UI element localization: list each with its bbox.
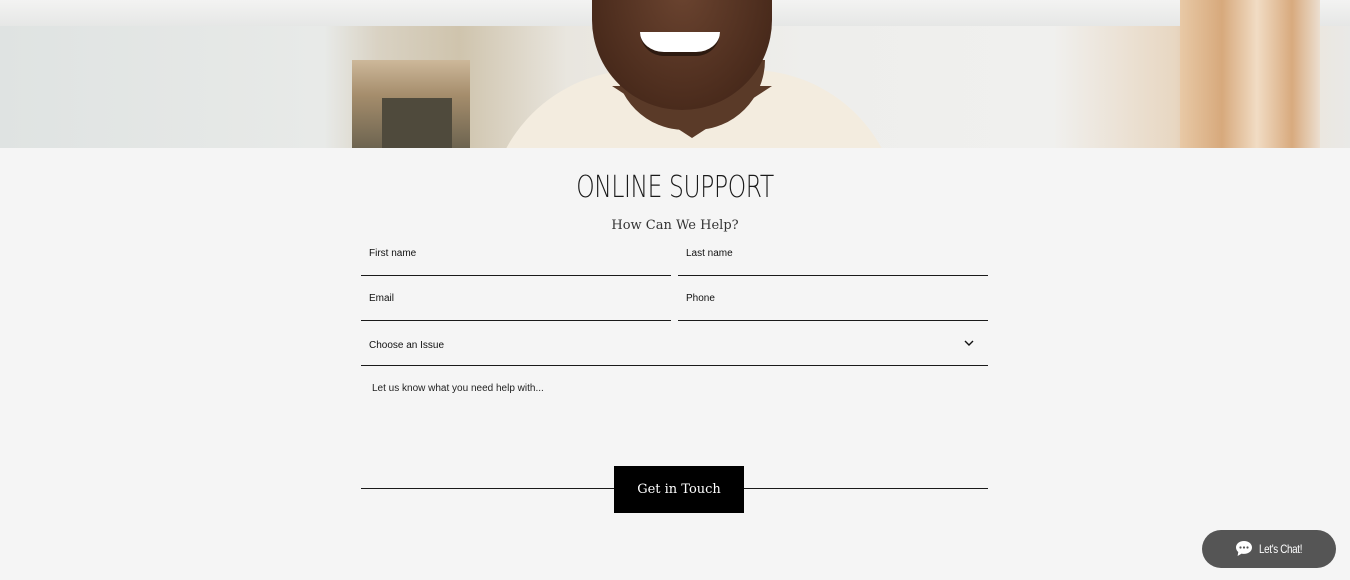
first-name-field-wrapper: [361, 231, 671, 276]
issue-dropdown[interactable]: Choose an Issue: [361, 321, 988, 366]
issue-dropdown-label: Choose an Issue: [369, 340, 445, 351]
chevron-down-icon: [964, 340, 974, 346]
phone-field[interactable]: [678, 276, 988, 320]
chat-label: Let's Chat!: [1259, 542, 1303, 556]
hero-background-wood-panel: [1180, 0, 1320, 148]
email-field[interactable]: [361, 276, 671, 320]
hero-person-smile: [640, 32, 720, 56]
hero-image: [0, 0, 1350, 148]
email-field-wrapper: [361, 276, 671, 321]
last-name-field[interactable]: [678, 231, 988, 275]
first-name-field[interactable]: [361, 231, 671, 275]
chat-bubble-icon: [1236, 541, 1252, 556]
last-name-field-wrapper: [678, 231, 988, 276]
lets-chat-button[interactable]: Let's Chat!: [1202, 530, 1336, 568]
hero-background-door-inner: [382, 98, 452, 148]
page-subtitle: How Can We Help?: [611, 218, 739, 233]
message-field[interactable]: [361, 376, 988, 456]
page-title: ONLINE SUPPORT: [576, 170, 774, 205]
phone-field-wrapper: [678, 276, 988, 321]
get-in-touch-button[interactable]: Get in Touch: [614, 466, 744, 513]
